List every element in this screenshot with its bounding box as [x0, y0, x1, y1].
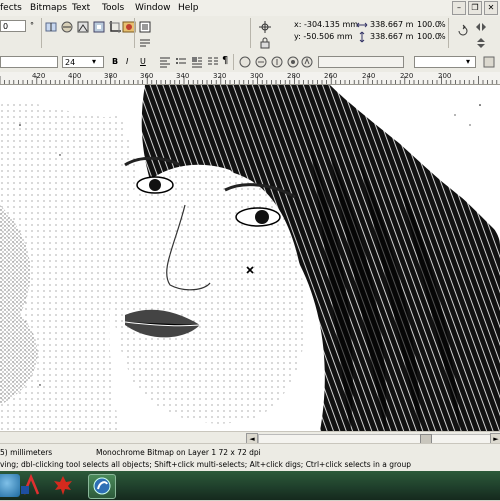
percent-label-y: % [438, 32, 446, 41]
chevron-down-icon[interactable]: ▾ [92, 57, 96, 67]
crop-bitmap-icon[interactable] [108, 20, 122, 34]
drop-cap-icon[interactable] [190, 55, 204, 69]
bold-icon[interactable]: B [112, 57, 118, 67]
nudge-label: ° [30, 21, 34, 30]
adobe-reader-icon[interactable] [18, 473, 44, 497]
taskbar [0, 471, 500, 500]
options-icon[interactable] [482, 55, 496, 69]
mirror-horizontal-icon[interactable] [44, 20, 58, 34]
fit-text-path-icon[interactable] [270, 55, 284, 69]
underline-icon[interactable]: U [140, 57, 146, 67]
menu-text[interactable]: Text [72, 2, 90, 14]
status-bar: 5) millimeters Monochrome Bitmap on Laye… [0, 443, 500, 472]
menu-bar: fects Bitmaps Text Tools Window Help – ❐ ✕ [0, 0, 500, 17]
y-coordinate: y: -50.506 mm [294, 32, 353, 41]
separator [233, 54, 234, 70]
trace-bitmap-icon[interactable] [76, 20, 90, 34]
menu-window[interactable]: Window [135, 2, 171, 14]
ruler-label: 240 [362, 72, 376, 80]
ruler-label: 320 [213, 72, 227, 80]
italic-icon[interactable]: I [126, 57, 128, 67]
zoom-field[interactable]: 0 [0, 20, 26, 32]
ruler-label: 300 [250, 72, 264, 80]
scale-y-field[interactable]: 100.0 [417, 32, 440, 42]
ruler-label: 360 [140, 72, 154, 80]
straighten-text-icon[interactable] [286, 55, 300, 69]
text-orientation-icon[interactable] [238, 55, 252, 69]
resample-icon[interactable] [92, 20, 106, 34]
ruler-label: 340 [176, 72, 190, 80]
width-field[interactable]: 338.667 m [370, 20, 413, 30]
mirror-vertical-icon[interactable] [60, 20, 74, 34]
ruler-label: 200 [438, 72, 452, 80]
lock-ratio-icon[interactable] [258, 36, 272, 50]
paragraph-icon[interactable]: ¶ [222, 56, 228, 66]
restore-icon[interactable]: ❐ [468, 1, 482, 15]
font-size-field[interactable]: 24 [62, 56, 104, 68]
menu-bitmaps[interactable]: Bitmaps [30, 2, 67, 14]
bullet-list-icon[interactable] [174, 55, 188, 69]
coreldraw-icon[interactable] [88, 474, 116, 499]
height-icon [356, 31, 368, 43]
align-left-icon[interactable] [158, 55, 172, 69]
style-dropdown[interactable] [318, 56, 404, 68]
window-controls: – ❐ ✕ [450, 1, 498, 15]
horizontal-ruler[interactable]: 420 400 380 360 340 320 300 280 260 240 … [0, 72, 500, 85]
height-field[interactable]: 338.667 m [370, 32, 413, 42]
x-coordinate: x: -304.135 mm [294, 20, 359, 29]
char-format-icon[interactable] [300, 55, 314, 69]
ruler-label: 260 [324, 72, 338, 80]
monochrome-bitmap[interactable] [0, 85, 500, 431]
menu-tools[interactable]: Tools [102, 2, 124, 14]
mirror-h-button-icon[interactable] [474, 20, 488, 34]
percent-label-x: % [438, 20, 446, 29]
separator [250, 18, 251, 48]
separator [134, 18, 135, 48]
drawing-canvas[interactable] [0, 85, 500, 431]
edit-bitmap-icon[interactable] [138, 20, 152, 34]
status-hint: ving; dbl-clicking tool selects all obje… [0, 460, 412, 469]
property-bar-text: 24 ▾ B I U ¶ ▾ [0, 52, 500, 73]
minimize-icon[interactable]: – [452, 1, 466, 15]
rotate-icon[interactable] [456, 24, 470, 38]
text-columns-icon[interactable] [206, 55, 220, 69]
separator [41, 18, 42, 48]
chevron-down-icon[interactable]: ▾ [466, 57, 470, 67]
ruler-label: 380 [104, 72, 118, 80]
menu-help[interactable]: Help [178, 2, 199, 14]
start-orb-icon[interactable] [0, 474, 20, 497]
property-bar-top: 0 ° x: -304.135 mm y: -50.506 mm 338.667… [0, 16, 500, 53]
status-units: 5) millimeters [0, 448, 53, 457]
separator [448, 18, 449, 48]
wrap-text-icon[interactable] [138, 36, 152, 50]
ruler-label: 400 [68, 72, 82, 80]
width-icon [356, 19, 368, 31]
ruler-crosshair-icon [258, 20, 272, 34]
scale-x-field[interactable]: 100.0 [417, 20, 440, 30]
menu-effects[interactable]: fects [0, 2, 22, 14]
close-icon[interactable]: ✕ [484, 1, 498, 15]
font-name-field[interactable] [0, 56, 58, 68]
edit-text-icon[interactable] [254, 55, 268, 69]
mirror-v-button-icon[interactable] [474, 36, 488, 50]
ruler-label: 220 [400, 72, 414, 80]
ruler-label: 420 [32, 72, 46, 80]
status-object-info: Monochrome Bitmap on Layer 1 72 x 72 dpi [96, 448, 261, 457]
ruler-label: 280 [287, 72, 301, 80]
app-maple-icon[interactable] [50, 474, 76, 497]
